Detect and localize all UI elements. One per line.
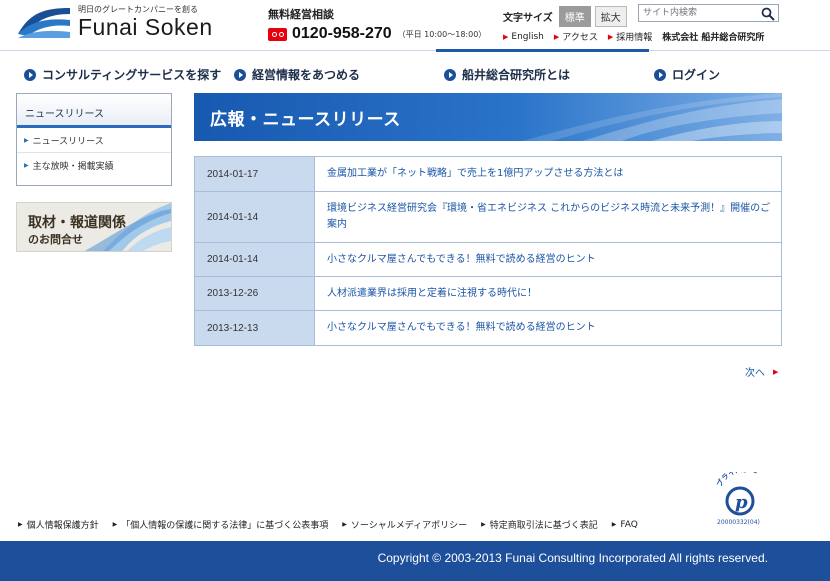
title-wave-icon xyxy=(522,93,782,141)
table-row: 2013-12-13 小さなクルマ屋さんでもできる！無料で読める経営のヒント xyxy=(195,311,781,345)
font-size-large-button[interactable]: 拡大 xyxy=(594,6,627,27)
news-title-link[interactable]: 人材派遣業界は採用と定着に注視する時代に！ xyxy=(315,277,781,310)
nav-active-indicator xyxy=(436,49,649,52)
arrow-right-icon: ▶ xyxy=(773,367,779,376)
footer-link-social-media-policy[interactable]: ▶ ソーシャルメディアポリシー xyxy=(342,518,467,531)
privacy-mark-number: 20000332(04) xyxy=(717,519,760,526)
search-icon[interactable] xyxy=(761,7,775,21)
nav-bullet-icon xyxy=(234,68,246,81)
copyright: Copyright © 2003-2013 Funai Consulting I… xyxy=(377,551,768,565)
sidebar-title: ニュースリリース xyxy=(17,94,171,128)
footer-bar: Copyright © 2003-2013 Funai Consulting I… xyxy=(0,541,830,581)
banner-text-line2: のお問合せ xyxy=(28,233,83,246)
page-title-banner: 広報・ニュースリリース xyxy=(194,93,782,141)
svg-text:プライバシー: プライバシー xyxy=(715,472,759,488)
news-title-link[interactable]: 小さなクルマ屋さんでもできる！無料で読める経営のヒント xyxy=(315,311,781,345)
funai-logo-mark-icon xyxy=(18,8,70,38)
nav-login[interactable]: ログイン xyxy=(654,66,720,83)
table-row: 2013-12-26 人材派遣業界は採用と定着に注視する時代に！ xyxy=(195,277,781,311)
news-title-link[interactable]: 小さなクルマ屋さんでもできる！無料で読める経営のヒント xyxy=(315,243,781,276)
site-header: 明日のグレートカンパニーを創る Funai Soken 無料経営相談 0120-… xyxy=(0,0,830,50)
banner-text-line1: 取材・報道関係 xyxy=(28,215,126,231)
table-row: 2014-01-17 金属加工業が「ネット戦略」で売上を1億円アップさせる方法と… xyxy=(195,157,781,192)
table-row: 2014-01-14 小さなクルマ屋さんでもできる！無料で読める経営のヒント xyxy=(195,243,781,277)
arrow-right-icon: ▶ xyxy=(24,136,29,144)
font-size-label: 文字サイズ xyxy=(503,13,553,24)
consult-label: 無料経営相談 xyxy=(268,8,334,21)
util-link-access[interactable]: ▶ アクセス xyxy=(553,30,598,44)
page-title: 広報・ニュースリリース xyxy=(210,110,401,130)
utility-links: ▶ English ▶ アクセス ▶ 採用情報 株式会社 船井総合研究所 xyxy=(503,30,764,44)
next-page-link[interactable]: 次へ ▶ xyxy=(745,364,779,380)
arrow-right-icon: ▶ xyxy=(607,32,614,41)
news-title-link[interactable]: 環境ビジネス経営研究会『環境・省エネビジネス これからのビジネス時流と未来予測！… xyxy=(315,192,781,242)
global-nav: コンサルティングサービスを探す 経営情報をあつめる 船井総合研究所とは ログイン xyxy=(0,60,830,88)
news-date: 2013-12-26 xyxy=(195,277,315,310)
header-divider xyxy=(0,50,830,51)
news-date: 2014-01-14 xyxy=(195,192,315,242)
nav-about-funai[interactable]: 船井総合研究所とは xyxy=(444,66,570,83)
news-date: 2014-01-14 xyxy=(195,243,315,276)
free-consultation: 無料経営相談 0120-958-270 （平日 10:00～18:00） xyxy=(268,6,486,43)
company-name-link[interactable]: 株式会社 船井総合研究所 xyxy=(662,30,764,43)
font-size-switcher: 文字サイズ 標準 拡大 xyxy=(503,6,631,27)
news-list: 2014-01-17 金属加工業が「ネット戦略」で売上を1億円アップさせる方法と… xyxy=(194,156,782,346)
arrow-right-icon: ▶ xyxy=(481,521,486,528)
sidebar-item-news-release[interactable]: ▶ ニュースリリース xyxy=(17,128,171,153)
footer-link-faq[interactable]: ▶ FAQ xyxy=(612,518,638,531)
sidebar-item-media-coverage[interactable]: ▶ 主な放映・掲載実績 xyxy=(17,153,171,178)
arrow-right-icon: ▶ xyxy=(503,32,509,41)
search-input[interactable] xyxy=(639,5,757,21)
business-hours: （平日 10:00～18:00） xyxy=(397,29,487,39)
nav-bullet-icon xyxy=(654,68,666,81)
privacy-mark-text: プライバシー xyxy=(715,472,759,488)
table-row: 2014-01-14 環境ビジネス経営研究会『環境・省エネビジネス これからのビ… xyxy=(195,192,781,243)
arrow-right-icon: ▶ xyxy=(18,521,23,528)
util-link-recruit[interactable]: ▶ 採用情報 xyxy=(607,30,652,44)
site-search xyxy=(638,4,779,22)
arrow-right-icon: ▶ xyxy=(24,162,29,169)
footer-links: ▶ 個人情報保護方針 ▶ 「個人情報の保護に関する法律」に基づく公表事項 ▶ ソーシャ… xyxy=(18,518,652,532)
arrow-right-icon: ▶ xyxy=(553,32,560,41)
nav-business-info[interactable]: 経営情報をあつめる xyxy=(234,66,360,83)
news-title-link[interactable]: 金属加工業が「ネット戦略」で売上を1億円アップさせる方法とは xyxy=(315,157,781,191)
footer-link-privacy-law[interactable]: ▶ 「個人情報の保護に関する法律」に基づく公表事項 xyxy=(113,518,329,531)
news-date: 2014-01-17 xyxy=(195,157,315,191)
privacy-mark-icon[interactable]: プライバシー p 20000332(04) xyxy=(712,472,774,527)
press-inquiry-banner[interactable]: 取材・報道関係 のお問合せ xyxy=(16,202,172,252)
news-date: 2013-12-13 xyxy=(195,311,315,345)
arrow-right-icon: ▶ xyxy=(112,521,118,528)
font-size-standard-button[interactable]: 標準 xyxy=(558,6,591,27)
svg-text:p: p xyxy=(735,492,748,513)
nav-consulting-services[interactable]: コンサルティングサービスを探す xyxy=(24,66,221,83)
arrow-right-icon: ▶ xyxy=(342,521,347,528)
nav-bullet-icon xyxy=(444,68,456,81)
free-dial-icon xyxy=(268,27,287,41)
util-link-english[interactable]: ▶ English xyxy=(503,30,544,43)
phone-number[interactable]: 0120-958-270 xyxy=(292,25,392,43)
site-logo[interactable]: 明日のグレートカンパニーを創る Funai Soken xyxy=(16,2,226,44)
arrow-right-icon: ▶ xyxy=(611,521,617,528)
footer-link-privacy-policy[interactable]: ▶ 個人情報保護方針 xyxy=(18,518,99,531)
sidebar-menu: ニュースリリース ▶ ニュースリリース ▶ 主な放映・掲載実績 xyxy=(16,93,172,186)
nav-bullet-icon xyxy=(24,68,36,81)
logo-name: Funai Soken xyxy=(78,14,213,40)
consult-phone-row: 0120-958-270 （平日 10:00～18:00） xyxy=(268,25,486,43)
footer-link-commercial-law[interactable]: ▶ 特定商取引法に基づく表記 xyxy=(481,518,598,531)
